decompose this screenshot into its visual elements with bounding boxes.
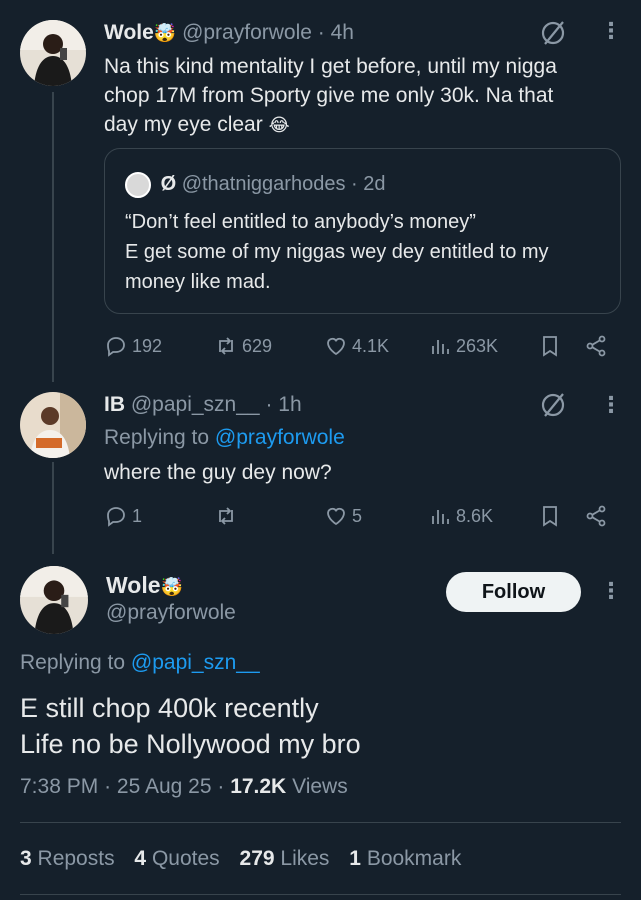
tweet2-actions: 1 5 8.6K xyxy=(0,504,641,532)
repost-count: 629 xyxy=(242,335,273,356)
tweet1-text: Na this kind mentality I get before, unt… xyxy=(104,52,604,140)
author-name[interactable]: IB xyxy=(104,393,125,416)
repost-button[interactable]: 629 xyxy=(214,334,272,358)
more-icon[interactable]: ⋮ xyxy=(600,580,622,602)
name-emoji: 🤯 xyxy=(160,577,183,597)
views-count: 263K xyxy=(456,335,499,356)
repost-icon xyxy=(219,507,233,525)
replying-to-link[interactable]: @papi_szn__ xyxy=(131,651,260,674)
tweet-text-line: chop 17M from Sporty give me only 30k. N… xyxy=(104,84,554,107)
replying-to-label: Replying to xyxy=(104,426,210,449)
reply-icon xyxy=(107,337,125,357)
reply-button[interactable]: 192 xyxy=(104,334,162,358)
views-icon xyxy=(432,510,449,524)
tweet1-actions: 192 629 4.1K 263K xyxy=(0,334,641,362)
bookmark-icon xyxy=(543,336,557,357)
views-count: 17.2K xyxy=(230,775,287,798)
like-count: 4.1K xyxy=(352,335,390,356)
tweet-text-line: Life no be Nollywood my bro xyxy=(20,729,361,759)
replying-to-link[interactable]: @prayforwole xyxy=(215,426,345,449)
share-button[interactable] xyxy=(584,334,608,358)
tweet2-text: where the guy dey now? xyxy=(104,461,332,484)
quoted-tweet[interactable]: Ø @thatniggarhodes · 2d “Don’t feel enti… xyxy=(104,148,621,314)
quote-text-line: money like mad. xyxy=(125,271,271,293)
share-icon xyxy=(586,335,606,357)
like-icon xyxy=(327,337,345,356)
avatar-image xyxy=(20,566,88,634)
avatar-image xyxy=(20,20,86,86)
replying-to-label: Replying to xyxy=(20,651,126,674)
reply-count: 1 xyxy=(132,505,143,526)
views-icon xyxy=(432,340,449,354)
quote-time: · 2d xyxy=(351,173,386,195)
author-handle[interactable]: @papi_szn__ xyxy=(131,393,260,416)
follow-button[interactable]: Follow xyxy=(446,572,581,612)
quote-text: “Don’t feel entitled to anybody’s money”… xyxy=(125,207,615,297)
share-button[interactable] xyxy=(584,504,608,528)
like-icon xyxy=(327,507,345,526)
divider xyxy=(20,822,621,823)
name-emoji: 🤯 xyxy=(153,23,177,43)
avatar-wole[interactable] xyxy=(20,20,86,86)
views-label: Views xyxy=(292,775,348,798)
tweet-meta: 7:38 PM · 25 Aug 25 · 17.2K Views xyxy=(20,775,348,798)
tweet-text-line: day my eye clear xyxy=(104,113,263,136)
reply-icon xyxy=(107,507,125,527)
author-name: Wole xyxy=(106,572,161,598)
quote-author-name: Ø xyxy=(160,173,177,195)
tweet2-replying: Replying to @prayforwole xyxy=(104,423,345,452)
views-button[interactable]: 8.6K xyxy=(428,504,493,528)
reposts-stat[interactable]: 3 Reposts xyxy=(20,847,115,870)
tweet-date[interactable]: 25 Aug 25 xyxy=(117,775,212,798)
views-count: 8.6K xyxy=(456,505,494,526)
divider xyxy=(20,894,621,895)
quote-text-line: “Don’t feel entitled to anybody’s money” xyxy=(125,211,476,233)
main-tweet-text: E still chop 400k recently Life no be No… xyxy=(20,690,620,762)
more-icon[interactable]: ⋮ xyxy=(600,394,622,416)
avatar-ib[interactable] xyxy=(20,392,86,458)
main-author[interactable]: Wole🤯 xyxy=(106,572,183,599)
reply-button[interactable]: 1 xyxy=(104,504,142,528)
avatar-wole-main[interactable] xyxy=(20,566,88,634)
main-replying: Replying to @papi_szn__ xyxy=(20,651,260,675)
tweet-time[interactable]: · 1h xyxy=(265,393,301,416)
quote-text-line: E get some of my niggas wey dey entitled… xyxy=(125,241,549,263)
author-name[interactable]: Wole xyxy=(104,21,154,44)
share-icon xyxy=(586,505,606,527)
repost-icon xyxy=(219,337,233,355)
laugh-emoji: 😂 xyxy=(268,115,290,135)
engagement-stats: 3 Reposts 4 Quotes 279 Likes 1 Bookmark xyxy=(20,847,461,871)
tweet-text-line: E still chop 400k recently xyxy=(20,693,319,723)
avatar-image xyxy=(20,392,86,458)
quote-header: Ø @thatniggarhodes · 2d xyxy=(125,171,385,198)
author-handle[interactable]: @prayforwole xyxy=(182,21,312,44)
tweet-time[interactable]: · 4h xyxy=(318,21,354,44)
grok-icon[interactable] xyxy=(538,18,568,53)
main-author-handle[interactable]: @prayforwole xyxy=(106,601,236,625)
tweet-text-line: Na this kind mentality I get before, unt… xyxy=(104,55,557,78)
more-icon[interactable]: ⋮ xyxy=(600,20,622,42)
quote-author-handle: @thatniggarhodes xyxy=(181,173,346,195)
reply-count: 192 xyxy=(132,335,163,356)
like-button[interactable]: 4.1K xyxy=(324,334,389,358)
tweet2-header: IB @papi_szn__ · 1h xyxy=(104,392,302,418)
repost-button[interactable] xyxy=(214,504,242,528)
tweet1-header: Wole🤯 @prayforwole · 4h xyxy=(104,20,354,46)
likes-stat[interactable]: 279 Likes xyxy=(240,847,330,870)
quote-avatar xyxy=(125,171,151,198)
views-button[interactable]: 263K xyxy=(428,334,498,358)
bookmarks-stat[interactable]: 1 Bookmark xyxy=(349,847,461,870)
tweet-time[interactable]: 7:38 PM xyxy=(20,775,98,798)
bookmark-button[interactable] xyxy=(538,334,562,358)
bookmark-button[interactable] xyxy=(538,504,562,528)
quotes-stat[interactable]: 4 Quotes xyxy=(134,847,219,870)
bookmark-icon xyxy=(543,506,557,527)
like-button[interactable]: 5 xyxy=(324,504,362,528)
grok-icon[interactable] xyxy=(538,390,568,425)
like-count: 5 xyxy=(352,505,363,526)
